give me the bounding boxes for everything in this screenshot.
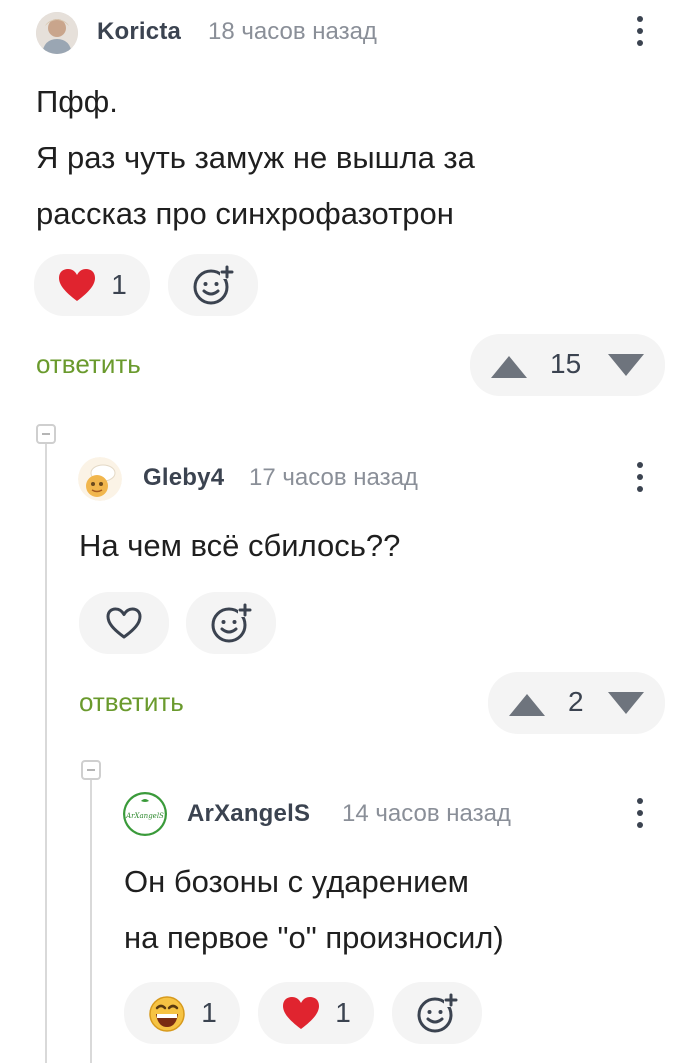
reaction-heart-button[interactable]: 1 [258,982,374,1044]
comment-line: на первое "о" произносил) [124,920,504,955]
avatar[interactable] [36,12,78,54]
rating-count: 2 [568,686,584,717]
timestamp: 14 часов назад [342,800,511,827]
comment-line: На чем всё сбилось?? [79,528,401,563]
comment-line: Я раз чуть замуж не вышла за [36,140,475,175]
username[interactable]: Koricta [97,18,181,46]
like-button[interactable] [79,592,169,654]
vote-control: 2 [488,672,665,734]
comment-line: Пфф. [36,84,118,119]
thread-line[interactable] [45,444,47,1063]
thread-line[interactable] [90,780,92,1063]
reaction-count: 1 [335,997,351,1028]
add-emoji-icon [193,265,234,305]
more-options-icon[interactable] [630,16,650,46]
reaction-count: 1 [111,269,127,300]
add-reaction-button[interactable] [168,254,258,316]
comment-text: На чем всё сбилось?? [79,518,659,574]
comment-text: Он бозоны с ударением на первое "о" прои… [124,854,664,966]
avatar[interactable] [78,457,122,501]
reply-button[interactable]: ответить [36,349,141,380]
timestamp: 18 часов назад [208,18,377,45]
username[interactable]: ArXangelS [187,800,310,828]
timestamp: 17 часов назад [249,464,418,491]
reaction-heart-button[interactable]: 1 [34,254,150,316]
add-reaction-button[interactable] [186,592,276,654]
heart-filled-icon [283,997,320,1029]
heart-filled-icon [59,269,96,301]
add-reaction-button[interactable] [392,982,482,1044]
more-options-icon[interactable] [630,462,650,492]
add-emoji-icon [417,993,458,1033]
reply-button[interactable]: ответить [79,687,184,718]
downvote-icon[interactable] [606,690,646,716]
comment-text: Пфф. Я раз чуть замуж не вышла за расска… [36,74,656,242]
comment-line: Он бозоны с ударением [124,864,469,899]
avatar[interactable]: ArXangelS [123,792,167,836]
collapse-thread-button[interactable] [36,424,56,444]
more-options-icon[interactable] [630,798,650,828]
vote-control: 15 [470,334,665,396]
comment-line: рассказ про синхрофазотрон [36,196,454,231]
heart-outline-icon [106,607,142,639]
reaction-count: 1 [201,997,217,1028]
username[interactable]: Gleby4 [143,464,224,492]
avatar-text: ArXangelS [125,812,164,820]
grin-emoji-icon [149,996,185,1032]
collapse-thread-button[interactable] [81,760,101,780]
add-emoji-icon [211,603,252,643]
reaction-grin-button[interactable]: 1 [124,982,240,1044]
downvote-icon[interactable] [606,352,646,378]
upvote-icon[interactable] [507,692,547,718]
upvote-icon[interactable] [489,354,529,380]
rating-count: 15 [550,348,582,379]
